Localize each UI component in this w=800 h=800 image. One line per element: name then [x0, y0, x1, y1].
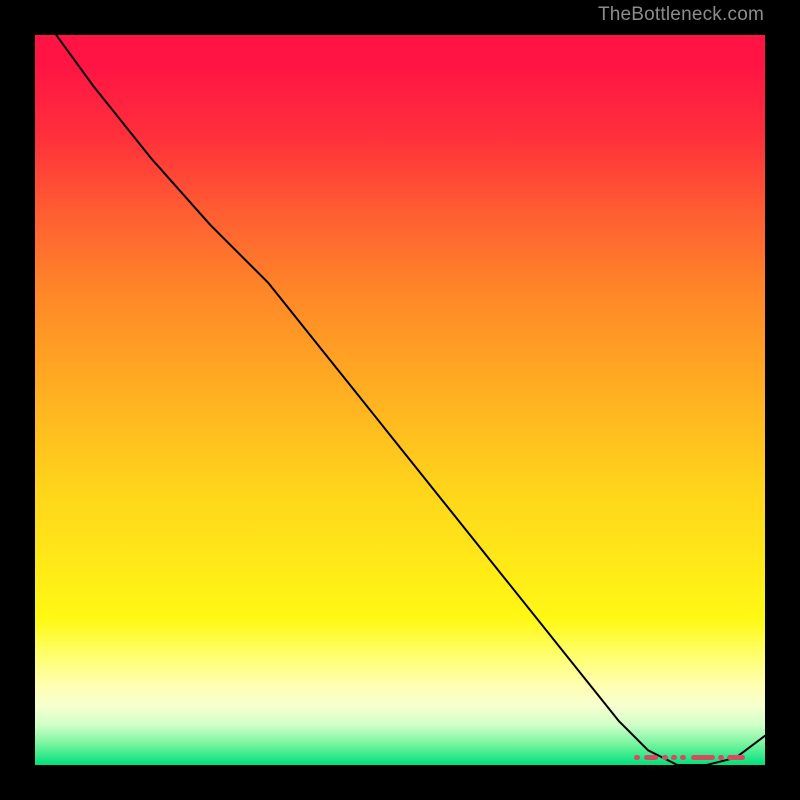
dash-segment [680, 755, 686, 760]
dash-segment [644, 755, 658, 760]
dash-segment [727, 755, 745, 760]
plot-area [35, 35, 765, 765]
line-plot-svg [35, 35, 765, 765]
dash-segment [718, 755, 724, 760]
dash-segment [691, 755, 715, 760]
curve-line [35, 35, 765, 765]
chart-stage: TheBottleneck.com [0, 0, 800, 800]
dash-segment [671, 755, 677, 760]
attribution-label: TheBottleneck.com [598, 4, 764, 26]
dash-segment [662, 755, 668, 760]
dash-segment [634, 755, 640, 760]
